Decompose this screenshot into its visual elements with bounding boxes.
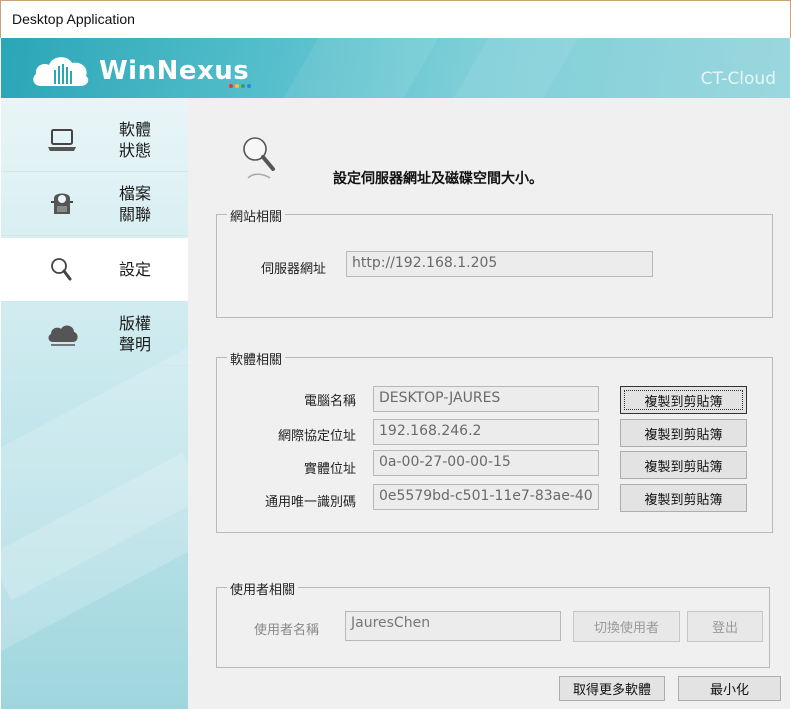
sidebar-item-settings[interactable]: 設定 [1,238,188,302]
logo-dot [241,84,245,88]
mac-address-field[interactable]: 0a-00-27-00-00-15 [373,450,599,476]
sidebar-item-label: 設定 [119,260,152,279]
sidebar-item-label: 版權 聲明 [119,313,152,354]
logo-dot [247,84,251,88]
sidebar-item-label: 軟體 狀態 [119,119,152,160]
group-title: 使用者相關 [227,579,299,598]
server-url-label: 伺服器網址 [260,262,326,277]
app-banner: WinNexus CT-Cloud [1,38,790,98]
copy-computer-name-button[interactable]: 複製到剪貼簿 [620,386,747,414]
logout-button[interactable]: 登出 [687,611,763,642]
file-association-icon [51,193,73,214]
logo-wordmark: WinNexus [99,56,250,86]
sidebar-item-copyright[interactable]: 版權 聲明 [1,302,188,366]
copy-mac-address-button[interactable]: 複製到剪貼簿 [620,451,747,479]
group-title: 軟體相關 [227,349,286,368]
magnifier-icon [51,258,72,281]
server-url-field[interactable]: http://192.168.1.205 [346,251,653,277]
mac-address-label: 實體位址 [303,462,356,477]
logo-dot [235,84,239,88]
cloud-icon [48,325,78,346]
window-titlebar: Desktop Application [0,0,791,38]
copy-ip-address-button[interactable]: 複製到剪貼簿 [620,419,747,447]
group-title: 網站相關 [227,206,286,225]
brand-name: CT-Cloud [700,69,776,89]
uuid-label: 通用唯一識別碼 [264,495,356,510]
sidebar-item-software-status[interactable]: 軟體 狀態 [1,108,188,172]
magnifier-icon [243,137,275,179]
window-title: Desktop Application [12,11,135,27]
page-title: 設定伺服器網址及磁碟空間大小。 [333,171,543,187]
computer-name-field[interactable]: DESKTOP-JAURES [373,386,599,412]
username-field[interactable]: JauresChen [345,611,561,641]
get-more-software-button[interactable]: 取得更多軟體 [559,676,665,701]
ip-address-label: 網際協定位址 [277,429,356,444]
copy-uuid-button[interactable]: 複製到剪貼簿 [620,484,747,512]
cloud-logo-icon [33,57,89,86]
uuid-field[interactable]: 0e5579bd-c501-11e7-83ae-40 [373,484,599,510]
logo-dot [229,84,233,88]
logo-dots [229,84,251,89]
sidebar: 軟體 狀態 檔案 關聯 設定 版權 聲明 [1,98,188,709]
banner-decoration [283,38,439,98]
switch-user-button[interactable]: 切換使用者 [573,611,680,642]
username-label: 使用者名稱 [253,623,319,638]
ip-address-field[interactable]: 192.168.246.2 [373,419,599,445]
minimize-button[interactable]: 最小化 [678,676,781,701]
sidebar-item-file-association[interactable]: 檔案 關聯 [1,172,188,236]
laptop-icon [48,129,76,151]
computer-name-label: 電腦名稱 [303,394,356,409]
banner-decoration [453,38,579,98]
sidebar-item-label: 檔案 關聯 [119,183,152,224]
